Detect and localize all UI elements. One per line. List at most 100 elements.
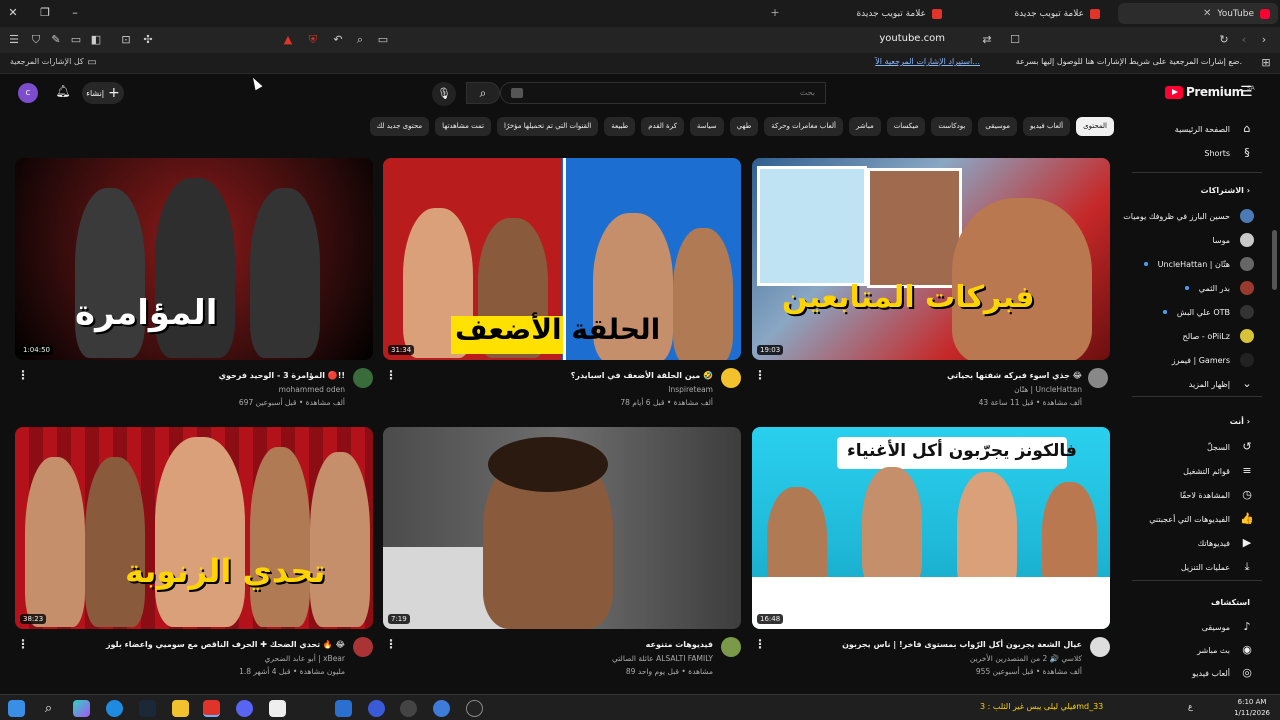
search-input[interactable]: بحث: [500, 82, 826, 104]
video-thumbnail[interactable]: الحلقة الأضعف 31:34: [383, 158, 741, 360]
brave-shields-icon[interactable]: ⛨: [305, 32, 321, 48]
more-actions-icon[interactable]: ⋮: [385, 637, 397, 651]
more-actions-icon[interactable]: ⋮: [17, 637, 29, 651]
video-thumbnail[interactable]: فالكونز يجرّبون أكل الأغنياء 16:48: [752, 427, 1110, 629]
media-ticker[interactable]: فيلي ليلى يبس غير الثلب : 3md_33: [980, 702, 1103, 711]
video-thumbnail[interactable]: المؤامرة 1:04:50: [15, 158, 373, 360]
window-close-icon[interactable]: ✕: [2, 4, 24, 22]
sidebar-item[interactable]: ⤓ عمليات التنزيل: [1181, 560, 1254, 574]
sidebar-item[interactable]: ⌄ إظهار المزيد: [1189, 377, 1254, 391]
subscriptions-header[interactable]: الاشتراكات ›: [1201, 186, 1250, 195]
sidebar-item[interactable]: ♪ موسيقى: [1202, 620, 1254, 634]
filter-chip[interactable]: محتوى جديد لك: [369, 117, 430, 136]
forward-icon[interactable]: ‹: [1236, 32, 1252, 48]
tab-close-icon[interactable]: ✕: [1203, 8, 1211, 19]
video-title[interactable]: تحدي الضحك ✚ الحرف الناقص مع سوميي واعضا…: [106, 640, 345, 649]
filter-chip[interactable]: مباشر: [848, 117, 881, 136]
reload-icon[interactable]: ↻: [1216, 32, 1232, 48]
app-icon[interactable]: [400, 700, 417, 717]
wallet-icon[interactable]: ▭: [68, 32, 84, 48]
you-header[interactable]: أنت ›: [1230, 417, 1250, 426]
file-explorer-icon[interactable]: [172, 700, 189, 717]
video-title[interactable]: فيديوهات متنوعه: [646, 640, 713, 649]
video-title[interactable]: عيال الشعة يجربون أكل الرّواب بمستوى فاخ…: [842, 640, 1082, 649]
clock[interactable]: 6:10 AM 1/11/2026: [1234, 697, 1270, 719]
video-title[interactable]: المؤامرة 3 - الوحيد فرحوي 🔴!!: [219, 371, 345, 380]
more-actions-icon[interactable]: ⋮: [754, 368, 766, 382]
filter-chip[interactable]: ميكسات: [886, 117, 926, 136]
video-title[interactable]: مين الحلقة الأضعف في اسبايدر؟ 🤣: [571, 371, 713, 380]
sidebar-item[interactable]: 👍 الفيديوهات التي أعجبتني: [1149, 512, 1254, 526]
channel-avatar[interactable]: [1090, 637, 1110, 657]
search-button[interactable]: ⌕: [466, 82, 500, 104]
bookmark-icon[interactable]: ☐: [1007, 32, 1023, 48]
channel-avatar[interactable]: [1088, 368, 1108, 388]
channel-avatar[interactable]: [353, 637, 373, 657]
sidebar-item[interactable]: ◎ ألعاب فيديو: [1192, 666, 1254, 680]
shield-icon[interactable]: ⛉: [28, 32, 44, 48]
store-icon[interactable]: [269, 700, 286, 717]
brave-icon[interactable]: [203, 700, 220, 717]
more-actions-icon[interactable]: ⋮: [385, 368, 397, 382]
brave-rewards-icon[interactable]: ▲: [280, 32, 296, 48]
sidebar-item-shorts[interactable]: § Shorts: [1204, 146, 1254, 160]
copilot-icon[interactable]: [73, 700, 90, 717]
steam-icon[interactable]: [139, 700, 156, 717]
more-actions-icon[interactable]: ⋮: [754, 637, 766, 651]
channel-name[interactable]: أبو عابد الضحري | xBear: [264, 654, 345, 663]
filter-chip[interactable]: ألعاب فيديو: [1023, 117, 1071, 136]
sidebar-icon[interactable]: ◧: [88, 32, 104, 48]
app-icon[interactable]: [433, 700, 450, 717]
cast-icon[interactable]: ▭: [375, 32, 391, 48]
keyboard-icon[interactable]: [511, 88, 523, 98]
video-thumbnail[interactable]: تحدي الزنوبة 38:23: [15, 427, 373, 629]
search-icon[interactable]: ⌕: [40, 700, 57, 717]
app-icon[interactable]: [335, 700, 352, 717]
sidebar-item[interactable]: صالح - oPiiLz: [1183, 329, 1254, 343]
create-button[interactable]: إنشاء +: [82, 82, 124, 104]
filter-chip[interactable]: المحتوى: [1076, 117, 1114, 136]
extensions-icon[interactable]: ✎: [48, 32, 64, 48]
sidebar-item[interactable]: ≡ قوائم التشغيل: [1183, 464, 1254, 478]
sidebar-item[interactable]: UncleHattan | هتّان: [1143, 257, 1254, 271]
channel-name[interactable]: mohammed oden: [279, 385, 345, 394]
filter-chip[interactable]: تمت مشاهدتها: [435, 117, 492, 136]
sidebar-item[interactable]: علي البش OTB: [1162, 305, 1254, 319]
sidebar-item[interactable]: بدر الثمي: [1184, 281, 1254, 295]
menu-icon[interactable]: ☰: [6, 32, 22, 48]
channel-name[interactable]: هتّان | UncleHattan: [1014, 385, 1082, 394]
channel-avatar[interactable]: [353, 368, 373, 388]
screenshot-icon[interactable]: ⊡: [118, 32, 134, 48]
video-thumbnail[interactable]: 7:19: [383, 427, 741, 629]
app-icon[interactable]: [368, 700, 385, 717]
tab-new-2[interactable]: علامة تبويب جديدة: [800, 3, 950, 24]
video-title[interactable]: جذي اسوء فبركه شفتها بحياتي 😂: [947, 371, 1082, 380]
discord-icon[interactable]: [236, 700, 253, 717]
language-indicator[interactable]: ع: [1188, 702, 1193, 711]
channel-name[interactable]: Inspireteam: [668, 385, 713, 394]
filter-chip[interactable]: طهي: [729, 117, 759, 136]
avatar[interactable]: c: [18, 83, 38, 103]
filter-chip[interactable]: كرة القدم: [641, 117, 684, 136]
puzzle-icon[interactable]: ✣: [140, 32, 156, 48]
window-maximize-icon[interactable]: ❐: [34, 4, 56, 22]
video-thumbnail[interactable]: فبركات المتابعين 19:03: [752, 158, 1110, 360]
sidebar-scrollbar[interactable]: [1272, 230, 1277, 290]
channel-avatar[interactable]: [721, 637, 741, 657]
address-bar[interactable]: ▲ ⛨ ↶ ⌕ ▭ youtube.com ⇄ ☐: [284, 30, 1035, 50]
guide-menu-icon[interactable]: ☰: [1240, 84, 1253, 100]
all-bookmarks-link[interactable]: كل الإشارات المرجعية: [10, 57, 84, 66]
voice-search-mic-icon[interactable]: 🎙︎: [432, 82, 456, 106]
site-settings-icon[interactable]: ⇄: [979, 32, 995, 48]
sidebar-item[interactable]: حسين البارز في ظروفك يوميات: [1123, 209, 1254, 223]
filter-chip[interactable]: القنوات التي تم تحميلها مؤخرًا: [497, 117, 599, 136]
sidebar-item[interactable]: فيمرز | Gamers: [1172, 353, 1254, 367]
sidebar-item[interactable]: ◉ بث مباشر: [1197, 643, 1254, 657]
sidebar-item-home[interactable]: ⌂ الصفحة الرئيسية: [1175, 122, 1254, 136]
sidebar-item[interactable]: ↺ السجلّ: [1207, 440, 1254, 454]
back-icon[interactable]: ›: [1256, 32, 1272, 48]
search-lens-icon[interactable]: ⌕: [352, 32, 368, 48]
tab-youtube[interactable]: YouTube ✕: [1118, 3, 1278, 24]
filter-chip[interactable]: سياسة: [689, 117, 724, 136]
sidebar-item[interactable]: ▶ فيديوهاتك: [1198, 536, 1254, 550]
